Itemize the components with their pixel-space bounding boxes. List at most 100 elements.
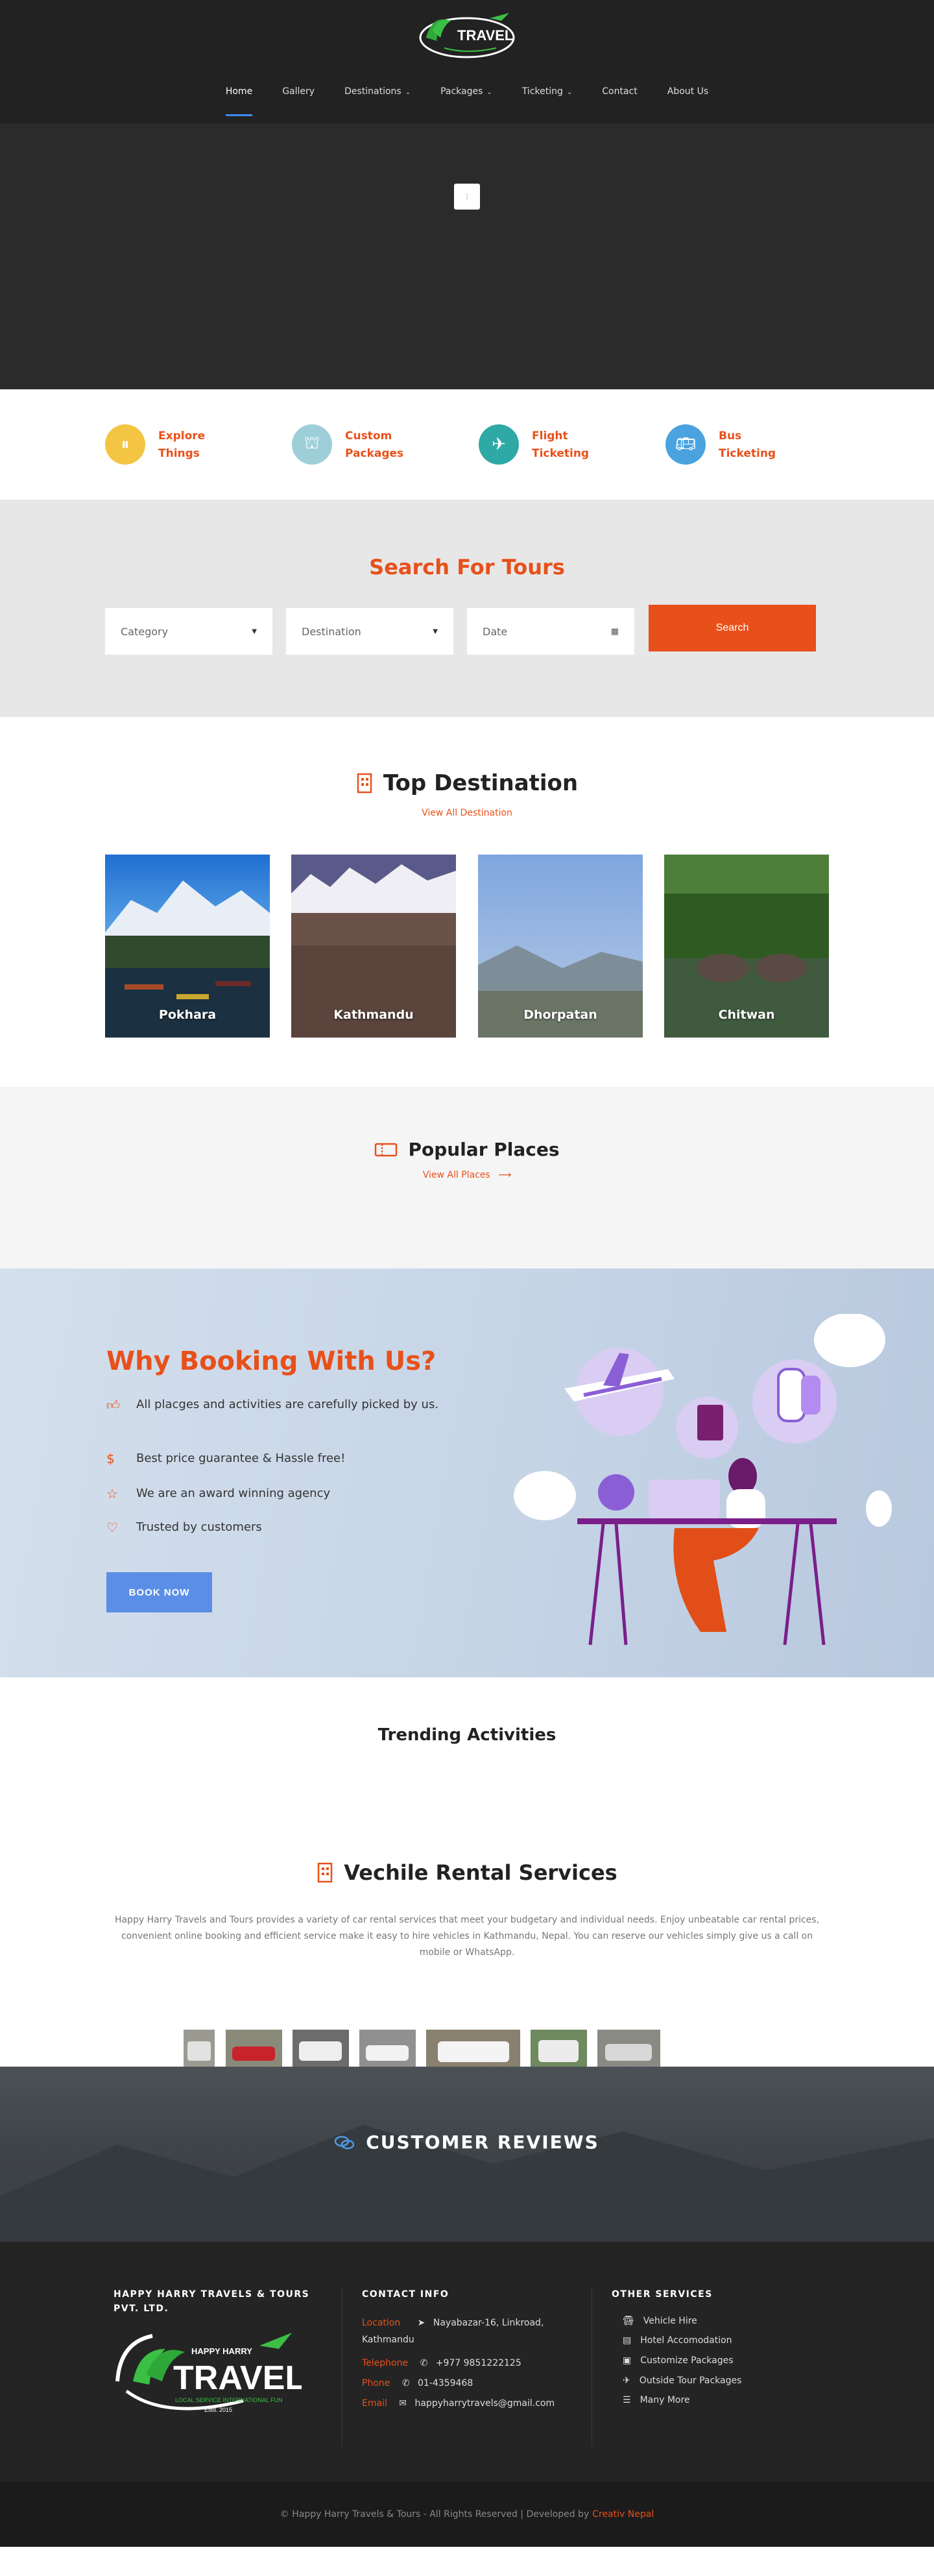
vehicle-rental-description: Happy Harry Travels and Tours provides a… — [114, 1915, 820, 1958]
service-hotel[interactable]: ▤ Hotel Accomodation — [623, 2335, 732, 2346]
bed-icon: ▤ — [623, 2335, 632, 2346]
plane-icon: ✈ — [623, 2376, 630, 2386]
nav-destinations[interactable]: Destinations ⌄ — [344, 86, 411, 116]
star-icon: ☆ — [106, 1486, 118, 1501]
phone-link[interactable]: 01-4359468 — [418, 2378, 473, 2388]
travel-illustration — [514, 1314, 892, 1646]
building-icon — [357, 773, 372, 794]
destination-card-chitwan[interactable]: Chitwan — [664, 855, 829, 1038]
book-now-button[interactable]: BOOK NOW — [106, 1572, 212, 1612]
why-item: $ Best price guarantee & Hassle free! — [106, 1449, 345, 1468]
nav-label: Home — [225, 86, 253, 97]
vehicle-thumbnail[interactable] — [359, 2030, 416, 2071]
vehicle-rental-section: Vechile Rental Services Happy Harry Trav… — [0, 1827, 934, 2071]
nav-contact[interactable]: Contact — [602, 86, 637, 116]
why-item-text: Trusted by customers — [136, 1520, 262, 1534]
service-outside-tour[interactable]: ✈ Outside Tour Packages — [623, 2376, 741, 2386]
site-header: TRAVEL Home Gallery Destinations ⌄ Packages ⌄… — [0, 0, 934, 123]
vehicle-thumbnail[interactable] — [531, 2030, 587, 2071]
feature-custom-packages[interactable]: ⛫ Custom Packages — [292, 424, 479, 465]
service-label: Customize Packages — [640, 2355, 734, 2366]
date-input[interactable]: Date ▦ — [467, 608, 634, 655]
telephone-link[interactable]: +977 9851222125 — [436, 2358, 521, 2368]
ticket-icon — [375, 1143, 398, 1156]
category-placeholder: Category — [121, 625, 169, 638]
service-many-more[interactable]: ☰ Many More — [623, 2395, 690, 2405]
bus-icon: 🚌︎ — [665, 424, 706, 465]
logo-text: TRAVEL — [457, 27, 513, 43]
popular-places-section: Popular Places View All Places ⟶ — [0, 1087, 934, 1269]
footer-logo-main: TRAVEL — [173, 2359, 302, 2397]
feature-bus-ticketing[interactable]: 🚌︎ Bus Ticketing — [665, 424, 852, 465]
feature-explore-things[interactable]: ⏸ Explore Things — [105, 424, 292, 465]
destination-card-dhorpatan[interactable]: Dhorpatan — [478, 855, 643, 1038]
why-item: ☆ We are an award winning agency — [106, 1484, 330, 1503]
vehicle-thumbnail[interactable] — [226, 2030, 282, 2071]
other-services-title: OTHER SERVICES — [612, 2289, 713, 2300]
feature-label: Bus Ticketing — [719, 430, 776, 460]
airplane-icon: ✈ — [479, 424, 519, 465]
trending-section: Trending Activities — [0, 1677, 934, 1827]
top-destination-heading: Top Destination — [0, 770, 934, 796]
footer-phone: Phone ✆ 01-4359468 — [362, 2375, 473, 2392]
nav-packages[interactable]: Packages ⌄ — [440, 86, 492, 116]
nav-label: Contact — [602, 86, 638, 97]
destination-select[interactable]: Destination ▼ — [286, 608, 453, 655]
site-logo[interactable]: TRAVEL — [418, 12, 516, 58]
view-all-places-link[interactable]: View All Places ⟶ — [0, 1170, 934, 1180]
nav-about-us[interactable]: About Us — [667, 86, 708, 116]
service-vehicle-hire[interactable]: 🚍︎ Vehicle Hire — [623, 2316, 697, 2326]
footer-telephone: Telephone ✆ +977 9851222125 — [362, 2355, 521, 2372]
why-item-text: We are an award winning agency — [136, 1487, 331, 1500]
service-label: Hotel Accomodation — [640, 2335, 732, 2346]
phone-icon: ✆ — [420, 2358, 428, 2368]
footer-logo-sub: LOCAL SERVICE INTERNATIONAL FUN — [175, 2397, 283, 2403]
service-customize[interactable]: ▣ Customize Packages — [623, 2355, 734, 2366]
destination-card-kathmandu[interactable]: Kathmandu — [291, 855, 456, 1038]
nav-home[interactable]: Home — [225, 86, 253, 116]
view-all-destination-link[interactable]: View All Destination — [0, 808, 934, 818]
view-all-places-label: View All Places — [422, 1170, 490, 1180]
destination-card-pokhara[interactable]: Pokhara — [105, 855, 270, 1038]
building-icon — [318, 1862, 333, 1883]
feature-label: Explore Things — [158, 430, 206, 460]
chevron-down-icon: ⌄ — [566, 89, 573, 96]
vehicle-thumbnail[interactable] — [293, 2030, 349, 2071]
email-link[interactable]: happyharrytravels@gmail.com — [414, 2398, 555, 2409]
nav-label: Ticketing — [521, 86, 563, 97]
phone-label: Phone — [362, 2378, 390, 2388]
vehicle-thumbnail[interactable] — [597, 2030, 660, 2071]
location-label: Location — [362, 2318, 401, 2328]
popular-places-title: Popular Places — [408, 1139, 560, 1160]
vehicle-thumbnail[interactable] — [426, 2030, 520, 2071]
suitcase-icon: ▣ — [623, 2355, 632, 2366]
caret-down-icon: ▼ — [252, 627, 257, 635]
thumbs-up-icon: 👍︎ — [106, 1397, 120, 1413]
why-booking-section: Why Booking With Us? 👍︎ All placges and … — [0, 1269, 934, 1677]
nav-gallery[interactable]: Gallery — [282, 86, 315, 116]
chevron-down-icon: ⌄ — [486, 89, 492, 96]
category-select[interactable]: Category ▼ — [105, 608, 272, 655]
chevron-down-icon: ⌄ — [405, 89, 411, 96]
chat-bubbles-icon — [335, 2135, 355, 2149]
vehicle-thumbnail[interactable] — [184, 2030, 215, 2071]
nav-label: Packages — [440, 86, 483, 97]
footer-logo-top: HAPPY HARRY — [191, 2346, 252, 2356]
nav-label: Gallery — [282, 86, 315, 97]
customer-reviews-heading: CUSTOMER REVIEWS — [0, 2132, 934, 2153]
search-button[interactable]: Search — [649, 605, 816, 651]
loading-spinner: ⋮ — [454, 184, 480, 210]
feature-flight-ticketing[interactable]: ✈ Flight Ticketing — [479, 424, 665, 465]
feature-label: Flight Ticketing — [532, 430, 590, 460]
service-label: Vehicle Hire — [643, 2316, 697, 2326]
phone-icon: ✆ — [401, 2378, 410, 2388]
nav-ticketing[interactable]: Ticketing ⌄ — [522, 86, 572, 116]
footer-logo[interactable]: HAPPY HARRY TRAVEL LOCAL SERVICE INTERNA… — [114, 2329, 302, 2420]
copyright-text: © Happy Harry Travels & Tours - All Righ… — [280, 2509, 590, 2520]
mountain-background — [0, 2125, 934, 2242]
footer-location: Location ➤ Nayabazar-16, Linkroad, Kathm… — [362, 2315, 557, 2348]
destination-name: Dhorpatan — [523, 1008, 597, 1022]
customer-reviews-section: CUSTOMER REVIEWS — [0, 2067, 934, 2242]
email-label: Email — [362, 2398, 387, 2409]
developer-link[interactable]: Creativ Nepal — [592, 2509, 654, 2520]
